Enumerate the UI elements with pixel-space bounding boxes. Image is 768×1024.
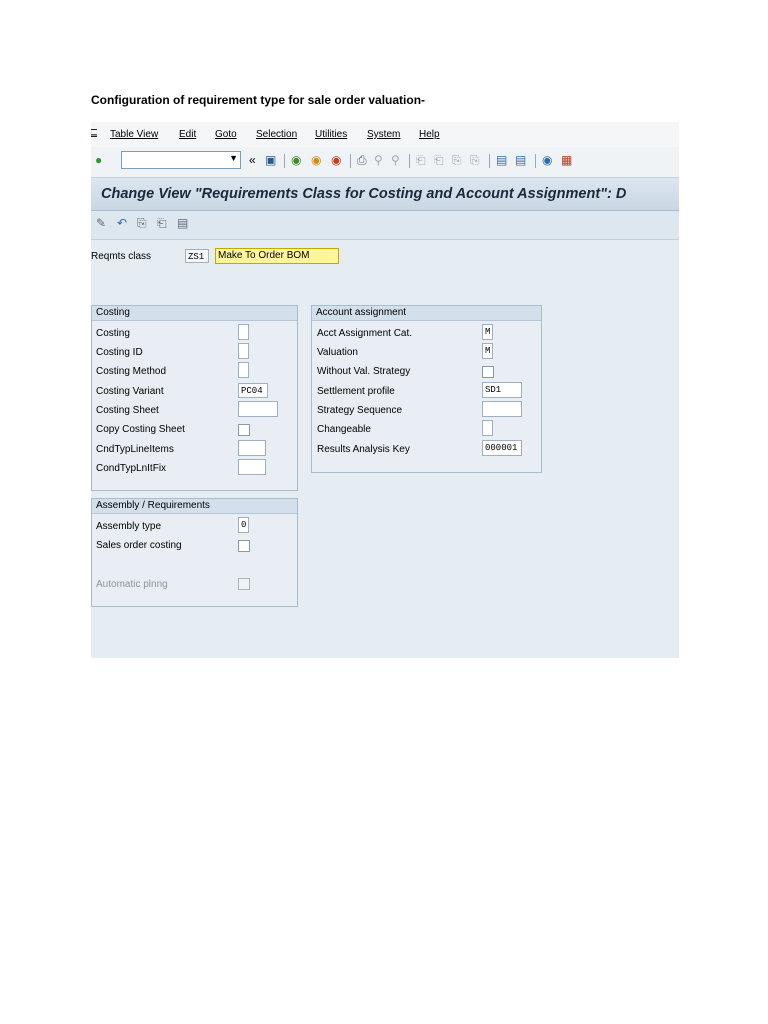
cond-typ-ln-it-fix-label: CondTypLnItFix: [96, 463, 167, 474]
copy-icon[interactable]: ⎘: [137, 216, 147, 231]
menu-edit[interactable]: Edit: [179, 129, 196, 140]
new-entry-icon[interactable]: ⎗: [157, 216, 167, 231]
layout-menu-icon[interactable]: ▦: [561, 152, 572, 168]
application-toolbar: ✎ ↶ ⎘ ⎗ ▤: [91, 211, 679, 240]
results-analysis-key-label: Results Analysis Key: [317, 444, 410, 455]
toolbar-separator: [350, 154, 351, 168]
previous-page-icon[interactable]: ⎗: [434, 152, 444, 168]
toolbar-separator: [284, 154, 285, 168]
cancel-icon[interactable]: ◉: [331, 152, 341, 168]
assembly-requirements-header: Assembly / Requirements: [92, 499, 297, 514]
automatic-plnng-checkbox: [238, 578, 250, 590]
costing-method-label: Costing Method: [96, 366, 167, 377]
reqmts-class-description[interactable]: Make To Order BOM: [215, 248, 339, 264]
changeable-label: Changeable: [317, 424, 371, 435]
title-bar: Change View "Requirements Class for Cost…: [91, 178, 679, 211]
print-icon[interactable]: ⎙: [357, 152, 367, 168]
acct-assignment-cat-label: Acct Assignment Cat.: [317, 328, 413, 339]
costing-field[interactable]: [238, 324, 249, 340]
toolbar-separator: [409, 154, 410, 168]
acct-assignment-cat-field[interactable]: M: [482, 324, 493, 340]
menu-table-view[interactable]: Table View: [110, 129, 158, 140]
menu-selection[interactable]: Selection: [256, 129, 297, 140]
reqmts-class-label: Reqmts class: [91, 251, 152, 262]
exit-icon[interactable]: ◉: [311, 152, 321, 168]
settlement-profile-label: Settlement profile: [317, 386, 395, 397]
settlement-profile-field[interactable]: SD1: [482, 382, 522, 398]
sales-order-costing-checkbox[interactable]: [238, 540, 250, 552]
costing-sheet-label: Costing Sheet: [96, 405, 159, 416]
costing-id-field[interactable]: [238, 343, 249, 359]
costing-variant-field[interactable]: PC04: [238, 383, 268, 398]
chevron-down-icon[interactable]: ▼: [229, 153, 238, 163]
cnd-typ-line-items-field[interactable]: [238, 440, 266, 456]
results-analysis-key-field[interactable]: 000001: [482, 440, 522, 456]
command-field[interactable]: ▼: [121, 151, 241, 169]
assembly-type-field[interactable]: 0: [238, 517, 249, 533]
costing-method-field[interactable]: [238, 362, 249, 378]
display-change-icon[interactable]: ✎: [96, 216, 106, 230]
costing-group-header: Costing: [92, 306, 297, 321]
account-assignment-header: Account assignment: [312, 306, 541, 321]
costing-id-label: Costing ID: [96, 347, 143, 358]
cnd-typ-line-items-label: CndTypLineItems: [96, 444, 174, 455]
shortcut-icon[interactable]: ▤: [515, 152, 526, 168]
find-icon[interactable]: ⚲: [374, 152, 383, 168]
without-val-strategy-checkbox[interactable]: [482, 366, 494, 378]
page-title: Change View "Requirements Class for Cost…: [101, 186, 627, 202]
cond-typ-ln-it-fix-field[interactable]: [238, 459, 266, 475]
strategy-sequence-field[interactable]: [482, 401, 522, 417]
assembly-requirements-group: Assembly / Requirements: [91, 498, 298, 607]
enter-icon[interactable]: ●: [95, 152, 102, 168]
assembly-type-label: Assembly type: [96, 521, 162, 532]
sap-window: ⊑ Table View Edit Goto Selection Utiliti…: [91, 122, 679, 658]
copy-costing-sheet-label: Copy Costing Sheet: [96, 424, 185, 435]
document-caption: Configuration of requirement type for sa…: [91, 93, 426, 107]
without-val-strategy-label: Without Val. Strategy: [317, 366, 411, 377]
costing-label: Costing: [96, 328, 130, 339]
menu-goto[interactable]: Goto: [215, 129, 237, 140]
find-next-icon[interactable]: ⚲: [391, 152, 400, 168]
menu-help[interactable]: Help: [419, 129, 440, 140]
next-page-icon[interactable]: ⎘: [452, 152, 462, 168]
changeable-field[interactable]: [482, 420, 493, 436]
copy-costing-sheet-checkbox[interactable]: [238, 424, 250, 436]
automatic-plnng-label: Automatic plnng: [96, 579, 168, 590]
help-icon[interactable]: ◉: [542, 152, 552, 168]
last-page-icon[interactable]: ⎘: [470, 152, 480, 168]
collapse-icon[interactable]: «: [249, 152, 256, 168]
strategy-sequence-label: Strategy Sequence: [317, 405, 403, 416]
new-session-icon[interactable]: ▤: [496, 152, 507, 168]
select-all-icon[interactable]: ▤: [177, 216, 188, 230]
toolbar-separator: [489, 154, 490, 168]
sales-order-costing-label: Sales order costing: [96, 540, 182, 551]
menu-bar: ⊑ Table View Edit Goto Selection Utiliti…: [91, 122, 679, 147]
toolbar-separator: [535, 154, 536, 168]
menu-utilities[interactable]: Utilities: [315, 129, 347, 140]
valuation-field[interactable]: M: [482, 343, 493, 359]
costing-variant-label: Costing Variant: [96, 386, 164, 397]
costing-sheet-field[interactable]: [238, 401, 278, 417]
reqmts-class-code: ZS1: [185, 249, 209, 263]
valuation-label: Valuation: [317, 347, 358, 358]
first-page-icon[interactable]: ⎗: [416, 152, 426, 168]
menu-system[interactable]: System: [367, 129, 400, 140]
standard-toolbar: ● ▼ « ▣ ◉ ◉ ◉ ⎙ ⚲ ⚲ ⎗ ⎗ ⎘ ⎘ ▤ ▤ ◉ ▦: [91, 147, 679, 178]
save-icon[interactable]: ▣: [265, 152, 276, 168]
back-icon[interactable]: ◉: [291, 152, 301, 168]
menu-icon[interactable]: ⊑: [91, 126, 98, 139]
undo-icon[interactable]: ↶: [117, 216, 127, 230]
